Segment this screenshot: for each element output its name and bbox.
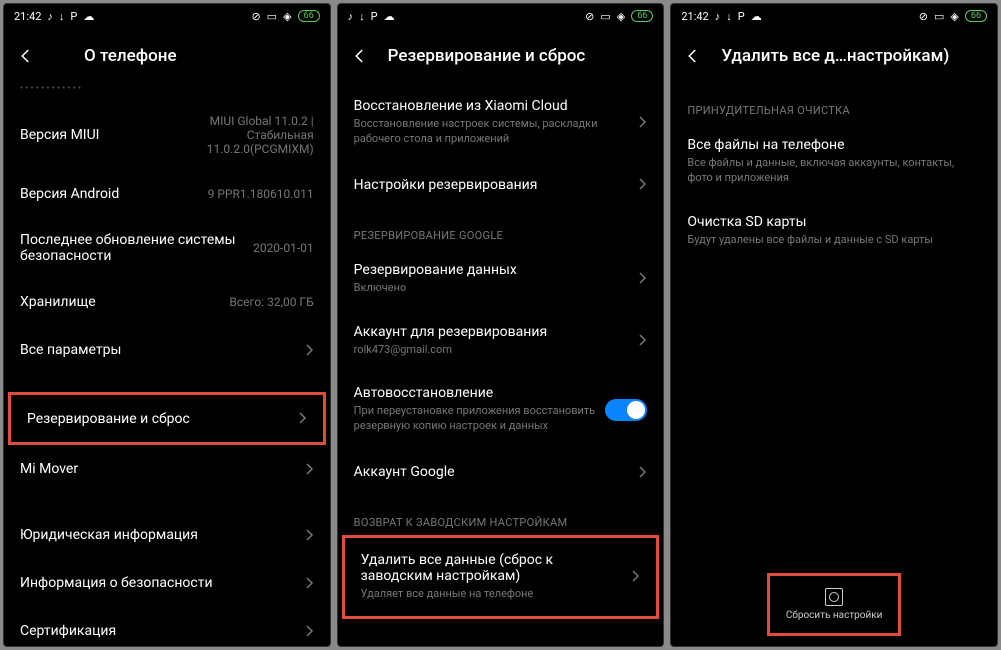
wifi-icon: ◈ xyxy=(617,11,625,22)
row-auto-restore[interactable]: Автовосстановление При переустановке при… xyxy=(338,371,664,448)
download-icon: ↓ xyxy=(726,11,732,22)
page-title: О телефоне xyxy=(54,46,314,66)
letter-p-icon: P xyxy=(70,11,77,22)
wifi-icon: ◈ xyxy=(283,11,291,22)
chevron-right-icon xyxy=(639,463,647,482)
row-data-backup[interactable]: Резервирование данных Включено xyxy=(338,248,664,310)
row-security-patch[interactable]: Последнее обновление системы безопасност… xyxy=(4,218,330,278)
reset-settings-button[interactable]: Сбросить настройки xyxy=(772,578,897,631)
status-time: 21:42 xyxy=(14,10,41,23)
reset-icon xyxy=(825,588,843,606)
sim-icon: ▭ xyxy=(600,11,610,22)
reset-button-label: Сбросить настройки xyxy=(786,610,883,621)
settings-list: ПРИНУДИТЕЛЬНАЯ ОЧИСТКА Все файлы на теле… xyxy=(671,84,997,646)
back-button[interactable] xyxy=(679,42,707,70)
page-header: О телефоне xyxy=(4,28,330,84)
chevron-right-icon xyxy=(639,175,647,194)
chevron-right-icon xyxy=(639,113,647,132)
page-header: Резервирование и сброс xyxy=(338,28,664,84)
status-bar: 21:42 ♪ ↓ P ☁ ⊘ ▭ ◈ 66 xyxy=(4,4,330,28)
sim-icon: ▭ xyxy=(267,11,277,22)
row-backup-settings[interactable]: Настройки резервирования xyxy=(338,161,664,209)
section-header-google: РЕЗЕРВИРОВАНИЕ GOOGLE xyxy=(338,209,664,248)
overflow-indicator: • • • • • • • • • • • • xyxy=(4,84,330,100)
cloud-icon: ☁ xyxy=(83,11,94,22)
settings-list: Версия MIUI MIUI Global 11.0.2 | Стабиль… xyxy=(4,100,330,646)
mute-icon: ⊘ xyxy=(919,11,928,22)
chevron-left-icon xyxy=(351,47,369,65)
back-button[interactable] xyxy=(346,42,374,70)
phone-screen-3: 21:42 ♪ ↓ P ☁ ⊘ ▭ ◈ 66 Удалить все д…нас… xyxy=(670,3,998,647)
row-miui-version[interactable]: Версия MIUI MIUI Global 11.0.2 | Стабиль… xyxy=(4,100,330,170)
chevron-right-icon xyxy=(299,409,307,428)
auto-restore-toggle[interactable] xyxy=(605,399,647,421)
chevron-right-icon xyxy=(639,331,647,350)
status-bar: ♪ ↓ P ☁ ⊘ ▭ ◈ 66 xyxy=(338,4,664,28)
chevron-right-icon xyxy=(306,526,314,545)
phone-screen-2: ♪ ↓ P ☁ ⊘ ▭ ◈ 66 Резервирование и сброс … xyxy=(337,3,665,647)
row-google-account[interactable]: Аккаунт Google xyxy=(338,448,664,496)
row-mi-mover[interactable]: Mi Mover xyxy=(4,445,330,493)
sim-icon: ▭ xyxy=(934,11,944,22)
row-all-files-phone[interactable]: Все файлы на телефоне Все файлы и данные… xyxy=(671,123,997,200)
chevron-left-icon xyxy=(17,47,35,65)
row-backup-account[interactable]: Аккаунт для резервирования rolk473@gmail… xyxy=(338,310,664,372)
wifi-icon: ◈ xyxy=(950,11,958,22)
tiktok-icon: ♪ xyxy=(47,11,53,22)
chevron-right-icon xyxy=(306,341,314,360)
status-time: 21:42 xyxy=(681,10,708,23)
mute-icon: ⊘ xyxy=(251,11,260,22)
mute-icon: ⊘ xyxy=(585,11,594,22)
back-button[interactable] xyxy=(12,42,40,70)
cloud-icon: ☁ xyxy=(384,11,395,22)
tiktok-icon: ♪ xyxy=(715,11,721,22)
tiktok-icon: ♪ xyxy=(348,11,354,22)
chevron-right-icon xyxy=(632,567,640,586)
row-security-info[interactable]: Информация о безопасности xyxy=(4,559,330,607)
row-android-version[interactable]: Версия Android 9 PPR1.180610.011 xyxy=(4,170,330,218)
row-legal-info[interactable]: Юридическая информация xyxy=(4,511,330,559)
battery-indicator: 66 xyxy=(631,10,653,22)
phone-screen-1: 21:42 ♪ ↓ P ☁ ⊘ ▭ ◈ 66 О телефоне • • • … xyxy=(3,3,331,647)
status-bar: 21:42 ♪ ↓ P ☁ ⊘ ▭ ◈ 66 xyxy=(671,4,997,28)
download-icon: ↓ xyxy=(59,11,65,22)
chevron-left-icon xyxy=(684,47,702,65)
row-erase-all-data[interactable]: Удалить все данные (сброс к заводским на… xyxy=(342,535,660,619)
row-clear-sd-card[interactable]: Очистка SD карты Будут удалены все файлы… xyxy=(671,200,997,262)
chevron-right-icon xyxy=(306,460,314,479)
row-backup-reset[interactable]: Резервирование и сброс xyxy=(8,392,326,445)
settings-list: Восстановление из Xiaomi Cloud Восстанов… xyxy=(338,84,664,646)
page-title: Удалить все д…настройкам) xyxy=(721,46,981,66)
row-storage[interactable]: Хранилище Всего: 32,00 ГБ xyxy=(4,278,330,326)
section-header-force: ПРИНУДИТЕЛЬНАЯ ОЧИСТКА xyxy=(671,84,997,123)
download-icon: ↓ xyxy=(359,11,365,22)
letter-p-icon: P xyxy=(738,11,745,22)
battery-indicator: 66 xyxy=(298,10,320,22)
battery-indicator: 66 xyxy=(965,10,987,22)
chevron-right-icon xyxy=(306,622,314,641)
letter-p-icon: P xyxy=(371,11,378,22)
page-title: Резервирование и сброс xyxy=(388,46,648,66)
page-header: Удалить все д…настройкам) xyxy=(671,28,997,84)
chevron-right-icon xyxy=(639,269,647,288)
row-all-params[interactable]: Все параметры xyxy=(4,326,330,374)
chevron-right-icon xyxy=(306,574,314,593)
row-xiaomi-cloud-restore[interactable]: Восстановление из Xiaomi Cloud Восстанов… xyxy=(338,84,664,161)
row-certification[interactable]: Сертификация xyxy=(4,607,330,646)
cloud-icon: ☁ xyxy=(751,11,762,22)
section-header-factory: ВОЗВРАТ К ЗАВОДСКИМ НАСТРОЙКАМ xyxy=(338,496,664,535)
